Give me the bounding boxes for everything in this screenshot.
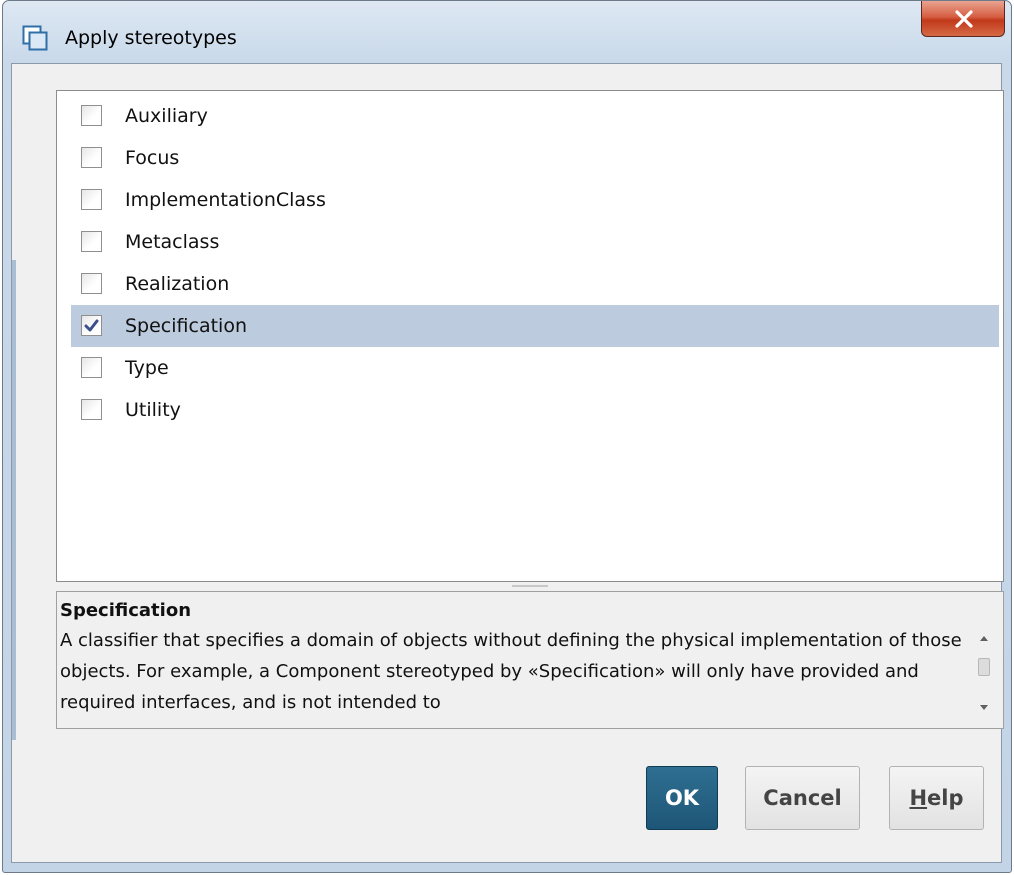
title-bar[interactable]: Apply stereotypes [3, 1, 1011, 63]
apply-stereotypes-dialog: Apply stereotypes Auxiliary Focus Implemen… [2, 0, 1012, 873]
splitter-handle[interactable] [512, 585, 548, 587]
window-title: Apply stereotypes [65, 27, 237, 49]
stereotype-item[interactable]: Auxiliary [71, 95, 999, 137]
stereotype-checkbox[interactable] [81, 147, 102, 168]
stereotype-item[interactable]: Focus [71, 137, 999, 179]
stereotype-item[interactable]: Utility [71, 389, 999, 431]
stereotype-label: Metaclass [125, 231, 220, 253]
stereotype-checkbox[interactable] [81, 315, 102, 336]
stereotype-checkbox[interactable] [81, 231, 102, 252]
stereotype-list[interactable]: Auxiliary Focus ImplementationClass Metacla… [56, 90, 1004, 582]
scroll-up-arrow-icon[interactable] [972, 628, 996, 650]
stereotype-checkbox[interactable] [81, 105, 102, 126]
ok-button[interactable]: OK [646, 766, 718, 830]
stereotype-item[interactable]: Realization [71, 263, 999, 305]
checkmark-icon [84, 319, 99, 332]
dialog-window-icon [22, 25, 48, 51]
stereotype-checkbox[interactable] [81, 189, 102, 210]
dialog-content: Auxiliary Focus ImplementationClass Metacla… [11, 63, 1004, 863]
help-label-rest: elp [927, 786, 964, 810]
stereotype-label: Focus [125, 147, 180, 169]
stereotype-item[interactable]: Metaclass [71, 221, 999, 263]
stereotype-label: Type [125, 357, 169, 379]
stereotype-label: Specification [125, 315, 247, 337]
close-x-icon [955, 10, 973, 28]
close-button[interactable] [921, 1, 1005, 37]
description-title: Specification [60, 600, 192, 621]
left-edge-accent [12, 260, 16, 740]
stereotype-label: Utility [125, 399, 181, 421]
stereotype-item[interactable]: Specification [71, 305, 999, 347]
scroll-down-arrow-icon[interactable] [972, 696, 996, 718]
stereotype-label: Auxiliary [125, 105, 208, 127]
help-mnemonic: H [909, 786, 928, 810]
description-panel: Specification A classifier that specifie… [56, 591, 1004, 729]
stereotype-label: Realization [125, 273, 230, 295]
stereotype-checkbox[interactable] [81, 399, 102, 420]
cancel-button[interactable]: Cancel [745, 766, 860, 830]
stereotype-checkbox[interactable] [81, 357, 102, 378]
stereotype-label: ImplementationClass [125, 189, 326, 211]
scroll-thumb[interactable] [978, 658, 990, 676]
description-scrollbar[interactable] [972, 628, 996, 722]
stereotype-checkbox[interactable] [81, 273, 102, 294]
stereotype-item[interactable]: Type [71, 347, 999, 389]
description-text: A classifier that specifies a domain of … [60, 630, 962, 713]
stereotype-item[interactable]: ImplementationClass [71, 179, 999, 221]
help-button[interactable]: Help [889, 766, 984, 830]
